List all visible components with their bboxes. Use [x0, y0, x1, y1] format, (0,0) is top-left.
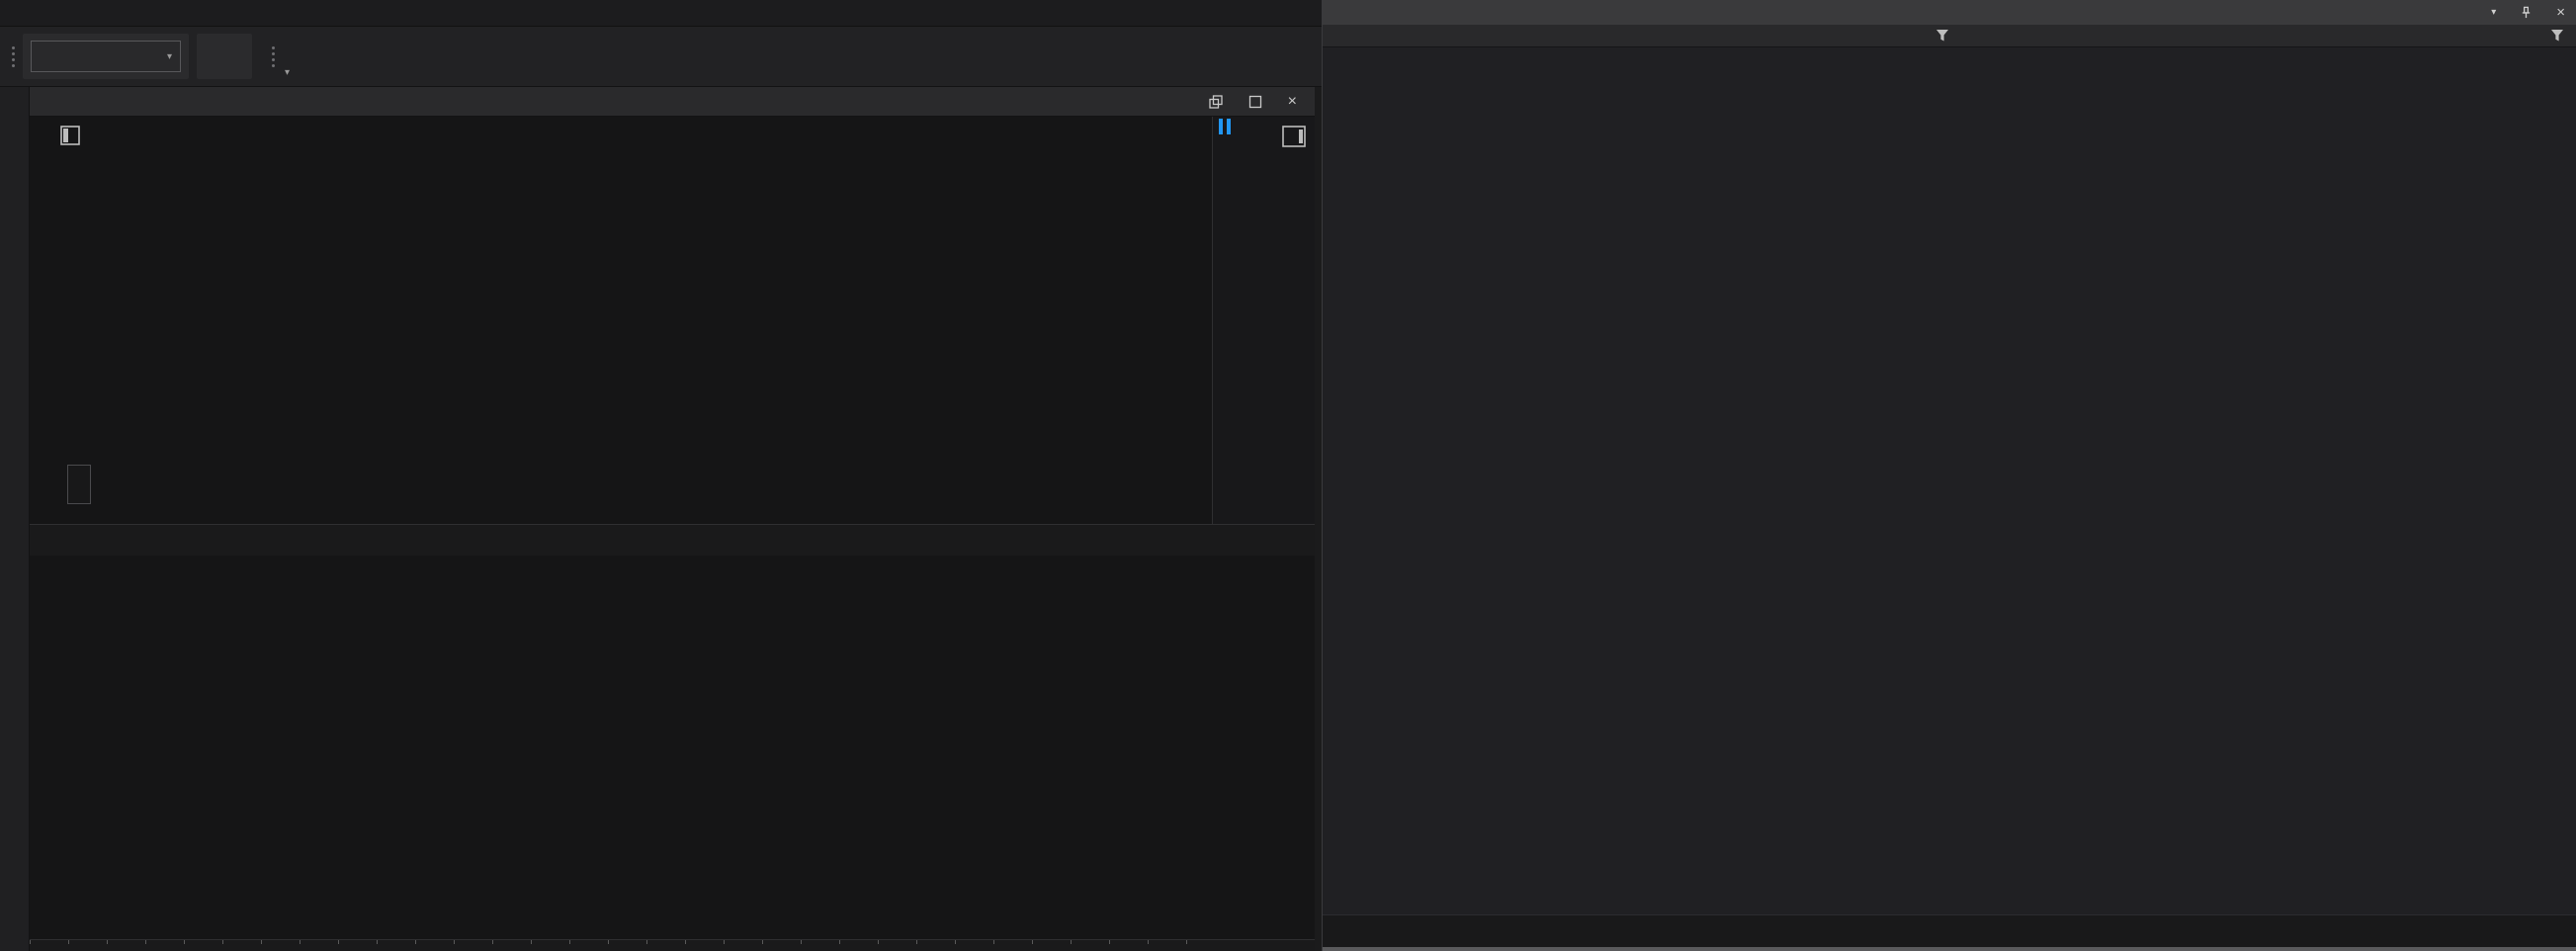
autoscroll-paused-icon[interactable] [1219, 119, 1231, 134]
chevron-down-icon: ▾ [167, 51, 172, 62]
trading-app-window: ▾ ▾ × [0, 0, 2576, 951]
pin-icon[interactable] [2520, 6, 2533, 19]
duplicate-window-icon[interactable] [1209, 95, 1223, 109]
symbol-select[interactable]: ▾ [31, 41, 181, 72]
panel-bottom-edge [1323, 947, 2576, 951]
bottom-tabbar [1323, 914, 2576, 947]
chart-window: × [30, 87, 1315, 951]
time-axis[interactable] [30, 524, 1213, 556]
candlestick-chart [30, 117, 1213, 524]
price-axis[interactable] [1213, 117, 1315, 524]
toolbar-grip-handle-2[interactable] [266, 40, 280, 73]
period-button[interactable] [205, 50, 224, 62]
toolbar-grip-handle[interactable] [6, 40, 20, 73]
styles-button[interactable] [224, 50, 244, 62]
panel-close-icon[interactable]: × [2556, 4, 2565, 21]
interval-info-table [1323, 47, 2576, 914]
maximize-icon[interactable] [1248, 95, 1262, 109]
panel-dropdown-icon[interactable]: ▾ [2491, 7, 2496, 18]
close-icon[interactable]: × [1288, 93, 1297, 111]
main-chart-legend [67, 465, 91, 504]
monitor-icon[interactable] [1281, 125, 1307, 153]
interval-info-titlebar: ▾ × [1323, 0, 2576, 25]
chart-side-toolbar [0, 87, 30, 951]
symbol-group: ▾ [23, 34, 189, 79]
bottom-tick-strip [30, 939, 1213, 951]
toolbar-overflow-button[interactable]: ▾ [285, 67, 290, 86]
chart-titlebar: × [30, 87, 1315, 117]
period-styles-group [197, 34, 252, 79]
name-filter-icon[interactable] [1935, 29, 1949, 45]
table-header [1323, 25, 2576, 47]
bottom-tick-corner [1213, 939, 1315, 951]
interval-info-panel: ▾ × [1322, 0, 2576, 951]
time-axis-corner [1213, 524, 1315, 556]
value-filter-icon[interactable] [2550, 29, 2564, 45]
main-price-plot[interactable] [30, 117, 1213, 524]
dock-panel-icon[interactable] [59, 125, 81, 151]
